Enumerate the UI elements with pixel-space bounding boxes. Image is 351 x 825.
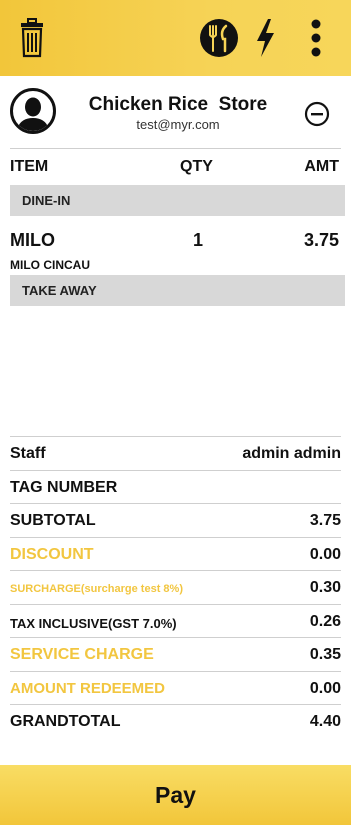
column-header-item: ITEM <box>10 158 49 175</box>
section-dine-in[interactable]: DINE-IN <box>10 185 345 216</box>
store-name: Chicken Rice Store <box>88 94 268 115</box>
user-avatar-icon[interactable] <box>10 88 56 134</box>
summary-row-service-charge[interactable]: SERVICE CHARGE 0.35 <box>10 638 341 671</box>
surcharge-label: SURCHARGE(surcharge test 8%) <box>10 583 183 595</box>
surcharge-value: 0.30 <box>309 579 341 596</box>
lightning-icon[interactable] <box>254 18 276 58</box>
summary-row-tag-number[interactable]: TAG NUMBER <box>10 471 341 504</box>
staff-label: Staff <box>10 445 46 462</box>
store-header: Chicken Rice Store test@myr.com <box>0 76 351 148</box>
column-header-amt: AMT <box>304 158 339 175</box>
service-charge-label: SERVICE CHARGE <box>10 646 154 663</box>
grandtotal-value: 4.40 <box>309 713 341 730</box>
summary-row-amount-redeemed[interactable]: AMOUNT REDEEMED 0.00 <box>10 672 341 705</box>
item-qty: 1 <box>193 230 204 250</box>
trash-icon[interactable] <box>20 18 44 58</box>
summary-row-surcharge[interactable]: SURCHARGE(surcharge test 8%) 0.30 <box>10 571 341 604</box>
service-charge-value: 0.35 <box>309 646 341 663</box>
food-utensils-icon[interactable] <box>199 17 239 59</box>
minus-circle-icon[interactable] <box>304 101 330 127</box>
tax-value: 0.26 <box>309 613 341 630</box>
item-name: MILO <box>10 230 55 250</box>
summary-row-discount[interactable]: DISCOUNT 0.00 <box>10 538 341 571</box>
item-modifier: MILO CINCAU <box>10 258 90 272</box>
subtotal-value: 3.75 <box>309 512 341 529</box>
item-amount: 3.75 <box>303 230 339 250</box>
column-header-qty: QTY <box>180 158 213 175</box>
store-email: test@myr.com <box>136 117 220 132</box>
pay-button[interactable]: Pay <box>0 765 351 825</box>
top-bar <box>0 0 351 76</box>
tag-number-label: TAG NUMBER <box>10 479 118 496</box>
section-take-away[interactable]: TAKE AWAY <box>10 275 345 306</box>
subtotal-label: SUBTOTAL <box>10 512 96 529</box>
amount-redeemed-value: 0.00 <box>309 680 341 697</box>
summary-row-tax: TAX INCLUSIVE(GST 7.0%) 0.26 <box>10 605 341 638</box>
discount-label: DISCOUNT <box>10 546 94 563</box>
summary-row-subtotal: SUBTOTAL 3.75 <box>10 504 341 537</box>
grandtotal-label: GRANDTOTAL <box>10 713 121 730</box>
more-vertical-icon[interactable] <box>310 18 322 58</box>
amount-redeemed-label: AMOUNT REDEEMED <box>10 680 166 697</box>
summary-row-staff: Staff admin admin <box>10 437 341 470</box>
summary-row-grandtotal: GRANDTOTAL 4.40 <box>10 705 341 738</box>
discount-value: 0.00 <box>309 546 341 563</box>
staff-value: admin admin <box>242 445 341 462</box>
tax-label: TAX INCLUSIVE(GST 7.0%) <box>10 616 177 631</box>
divider <box>10 148 341 149</box>
